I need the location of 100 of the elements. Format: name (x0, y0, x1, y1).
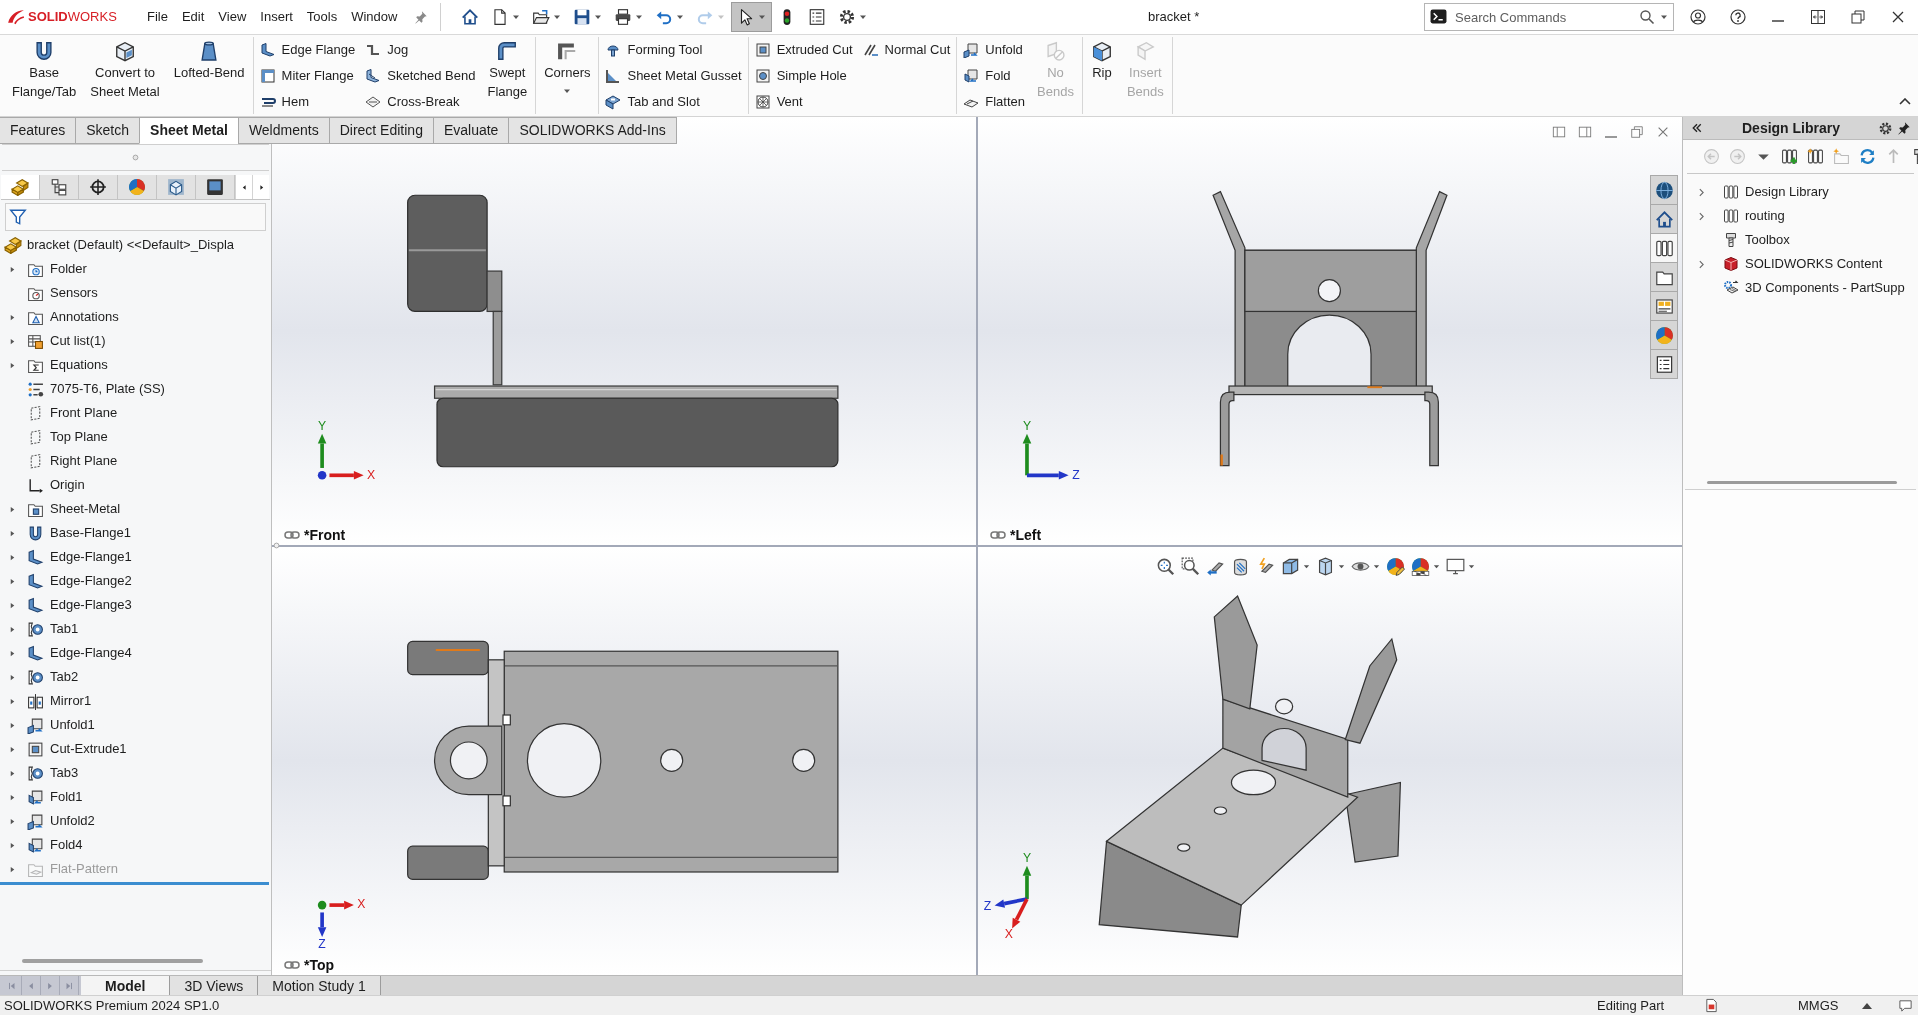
viewport-layout-button[interactable] (1551, 124, 1567, 140)
command-tab[interactable]: Sketch (75, 117, 141, 144)
panel-tab[interactable] (40, 175, 79, 199)
model-tab[interactable]: 3D Views (170, 976, 259, 995)
tree-item[interactable]: Annotations (50, 307, 119, 327)
ribbon-button[interactable]: Normal Cut (859, 37, 954, 63)
tree-item[interactable]: Right Plane (50, 451, 118, 471)
expand-arrow-icon[interactable] (8, 649, 16, 657)
tree-item[interactable]: Cut-Extrude1 (50, 739, 127, 759)
comment-button[interactable] (1898, 998, 1913, 1013)
expand-arrow-icon[interactable] (8, 553, 16, 561)
panel-tab[interactable] (1, 175, 40, 199)
ribbon-button[interactable]: Lofted-Bend (168, 37, 250, 115)
filter-field[interactable] (5, 203, 266, 231)
menu-item[interactable]: Window (344, 0, 405, 34)
library-item[interactable]: 3D Components - PartSupp (1745, 278, 1905, 298)
expand-arrow-icon[interactable] (8, 817, 16, 825)
model-tab[interactable]: Model (81, 976, 171, 995)
ribbon-button[interactable]: Forming Tool (602, 37, 745, 63)
task-pane-tab[interactable] (1650, 349, 1678, 379)
search-field[interactable]: Search Commands (1424, 3, 1674, 31)
tree-item[interactable]: Fold1 (50, 787, 83, 807)
library-item[interactable]: Design Library (1745, 182, 1829, 202)
chevron-right-icon[interactable] (1698, 259, 1704, 269)
menu-item[interactable]: File (140, 0, 175, 34)
ribbon-button[interactable]: Base Flange/Tab (7, 37, 82, 115)
tree-item[interactable]: Unfold1 (50, 715, 95, 735)
expand-arrow-icon[interactable] (8, 265, 16, 273)
ribbon-button[interactable]: Fold (960, 63, 1028, 89)
ribbon-button[interactable]: Swept Flange (482, 37, 533, 115)
scrollbar-thumb[interactable] (22, 958, 203, 963)
ribbon-button[interactable]: Sheet Metal Gusset (602, 63, 745, 89)
expand-arrow-icon[interactable] (8, 697, 16, 705)
tree-item[interactable]: Tab3 (50, 763, 79, 783)
tree-item[interactable]: Top Plane (50, 427, 108, 447)
tree-item[interactable]: Tab1 (50, 619, 79, 639)
command-tab[interactable]: Weldments (237, 117, 330, 144)
tree-item[interactable]: Sensors (50, 283, 98, 303)
command-tab[interactable]: Sheet Metal (139, 117, 239, 144)
view-toolbar-button[interactable] (1281, 556, 1310, 576)
expand-arrow-icon[interactable] (8, 313, 16, 321)
command-tab[interactable]: Evaluate (432, 117, 510, 144)
menu-item[interactable]: View (211, 0, 254, 34)
restore-view-button[interactable] (1629, 124, 1645, 140)
tree-item[interactable]: bracket (Default) <<Default>_Displa (27, 235, 235, 255)
tree-item[interactable]: Folder (50, 259, 87, 279)
ribbon-button[interactable]: Simple Hole (751, 63, 856, 89)
ribbon-button[interactable]: Unfold (960, 37, 1028, 63)
refresh-button[interactable] (1859, 148, 1876, 165)
tree-item[interactable]: Cut list(1) (50, 331, 106, 351)
tree-item[interactable]: Unfold2 (50, 811, 95, 831)
expand-arrow-icon[interactable] (8, 625, 16, 633)
view-toolbar-button[interactable] (1446, 556, 1475, 576)
add-to-library-button[interactable] (1781, 148, 1798, 165)
view-toolbar-button[interactable] (1231, 556, 1250, 576)
command-tab[interactable]: Features (0, 117, 77, 144)
view-toolbar-button[interactable] (1411, 556, 1440, 576)
tree-item[interactable]: Equations (50, 355, 108, 375)
rebuild-button[interactable] (1704, 998, 1719, 1013)
expand-arrow-icon[interactable] (8, 601, 16, 609)
tree-item[interactable]: Origin (50, 475, 85, 495)
tree-item[interactable]: Fold4 (50, 835, 83, 855)
tree-item[interactable]: Edge-Flange3 (50, 595, 132, 615)
view-toolbar-button[interactable] (1316, 556, 1345, 576)
ribbon-button[interactable]: Cross-Break (362, 89, 479, 115)
ribbon-button[interactable]: Extruded Cut (751, 37, 856, 63)
panel-tab[interactable] (196, 175, 235, 199)
tree-item[interactable]: Front Plane (50, 403, 118, 423)
command-tab[interactable]: SOLIDWORKS Add-Ins (508, 117, 677, 144)
task-pane-tab[interactable] (1650, 291, 1678, 321)
ribbon-button[interactable]: Miter Flange (256, 63, 359, 89)
select-button[interactable] (731, 2, 773, 32)
task-pane-tab[interactable] (1650, 204, 1678, 234)
tree-item[interactable]: Edge-Flange2 (50, 571, 132, 591)
tree-item[interactable]: 7075-T6, Plate (SS) (50, 379, 165, 399)
expand-arrow-icon[interactable] (8, 793, 16, 801)
unit-system[interactable]: MMGS (1798, 995, 1839, 1015)
options-button[interactable] (1877, 120, 1893, 136)
tree-item[interactable]: Edge-Flange1 (50, 547, 132, 567)
expand-arrow-icon[interactable] (8, 745, 16, 753)
scrollbar-thumb[interactable] (1707, 481, 1897, 484)
ribbon-button[interactable]: Rip (1085, 37, 1118, 115)
view-toolbar-button[interactable] (1181, 556, 1200, 576)
ribbon-button[interactable]: Corners (539, 37, 596, 115)
tree-item[interactable]: Base-Flange1 (50, 523, 131, 543)
ribbon-button[interactable]: Vent (751, 89, 856, 115)
tree-item[interactable]: Edge-Flange4 (50, 643, 132, 663)
view-toolbar-button[interactable] (1156, 556, 1175, 576)
panel-tab[interactable] (157, 175, 196, 199)
expand-arrow-icon[interactable] (8, 505, 16, 513)
ribbon-button[interactable]: Sketched Bend (362, 63, 479, 89)
expand-arrow-icon[interactable] (8, 865, 16, 873)
model-tab[interactable]: Motion Study 1 (258, 976, 381, 995)
library-item[interactable]: Toolbox (1745, 230, 1790, 250)
task-pane-tab[interactable] (1650, 175, 1678, 205)
expand-arrow-icon[interactable] (8, 337, 16, 345)
expand-arrow-icon[interactable] (8, 529, 16, 537)
panel-tab[interactable] (79, 175, 118, 199)
tree-item[interactable]: Sheet-Metal (50, 499, 121, 519)
ribbon-button[interactable]: Jog (362, 37, 479, 63)
